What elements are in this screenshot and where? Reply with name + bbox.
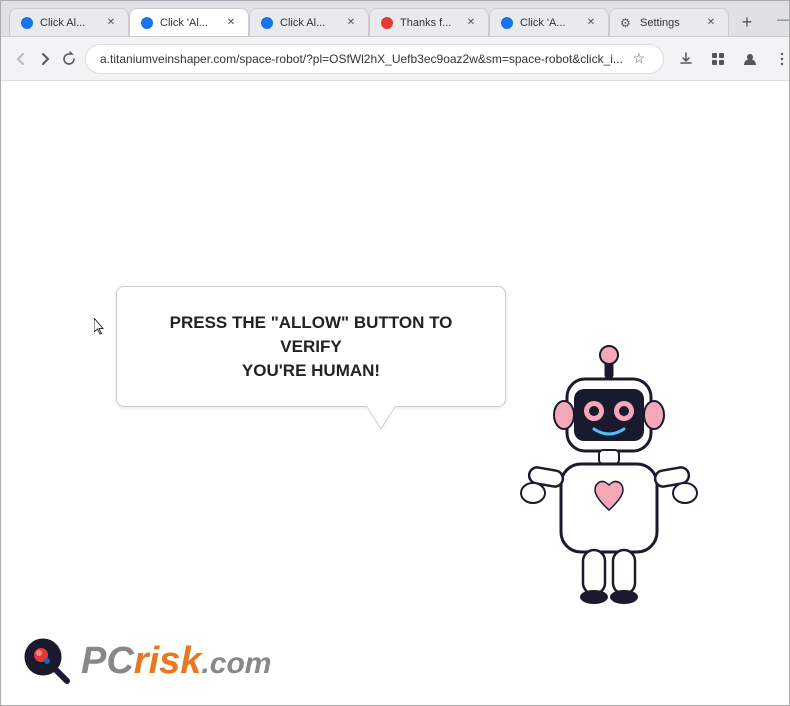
tab-4-favicon <box>380 16 394 30</box>
page-content: PRESS THE "ALLOW" BUTTON TO VERIFY YOU'R… <box>1 81 789 705</box>
cursor <box>94 318 106 336</box>
profile-icon[interactable] <box>736 45 764 73</box>
pcrisk-text: PCrisk.com <box>81 640 271 683</box>
pcrisk-logo-icon <box>21 635 73 687</box>
tab-3[interactable]: Click Al... ✕ <box>249 8 369 36</box>
tab-6[interactable]: ⚙ Settings ✕ <box>609 8 729 36</box>
minimize-button[interactable]: — <box>773 9 790 29</box>
browser-window: Click Al... ✕ Click 'Al... ✕ Click Al...… <box>0 0 790 706</box>
tab-5[interactable]: Click 'A... ✕ <box>489 8 609 36</box>
speech-bubble-text: PRESS THE "ALLOW" BUTTON TO VERIFY YOU'R… <box>145 311 477 382</box>
tab-3-favicon <box>260 16 274 30</box>
tab-3-title: Click Al... <box>280 17 338 29</box>
tab-strip: Click Al... ✕ Click 'Al... ✕ Click Al...… <box>9 1 761 36</box>
tab-6-close[interactable]: ✕ <box>704 16 718 30</box>
tab-4-title: Thanks f... <box>400 17 458 29</box>
robot-image <box>509 345 709 625</box>
bookmark-icon[interactable]: ☆ <box>629 49 649 69</box>
address-bar: a.titaniumveinshaper.com/space-robot/?pl… <box>1 37 789 81</box>
tab-2-close[interactable]: ✕ <box>224 16 238 30</box>
tab-2-favicon <box>140 16 154 30</box>
tab-5-title: Click 'A... <box>520 17 578 29</box>
tab-3-close[interactable]: ✕ <box>344 16 358 30</box>
tab-2[interactable]: Click 'Al... ✕ <box>129 8 249 36</box>
risk-text: risk <box>134 640 202 682</box>
tab-5-favicon <box>500 16 514 30</box>
address-icons: ☆ <box>629 49 649 69</box>
tab-1-title: Click Al... <box>40 17 98 29</box>
title-bar: Click Al... ✕ Click 'Al... ✕ Click Al...… <box>1 1 789 37</box>
back-button[interactable] <box>13 45 29 73</box>
com-text: .com <box>201 647 271 680</box>
tab-1-close[interactable]: ✕ <box>104 16 118 30</box>
tab-4[interactable]: Thanks f... ✕ <box>369 8 489 36</box>
forward-button[interactable] <box>37 45 53 73</box>
tab-6-favicon: ⚙ <box>620 16 634 30</box>
tab-5-close[interactable]: ✕ <box>584 16 598 30</box>
pcrisk-logo: PCrisk.com <box>21 635 271 687</box>
download-icon[interactable] <box>672 45 700 73</box>
address-text: a.titaniumveinshaper.com/space-robot/?pl… <box>100 52 623 66</box>
tab-1-favicon <box>20 16 34 30</box>
tab-4-close[interactable]: ✕ <box>464 16 478 30</box>
window-controls: — □ ✕ <box>773 9 790 29</box>
extension-icon[interactable] <box>704 45 732 73</box>
speech-bubble: PRESS THE "ALLOW" BUTTON TO VERIFY YOU'R… <box>116 286 506 407</box>
new-tab-button[interactable]: + <box>733 8 761 36</box>
pc-text: PC <box>81 640 134 682</box>
toolbar-icons <box>672 45 790 73</box>
address-input[interactable]: a.titaniumveinshaper.com/space-robot/?pl… <box>85 44 664 74</box>
tab-2-title: Click 'Al... <box>160 17 218 29</box>
reload-button[interactable] <box>61 45 77 73</box>
menu-icon[interactable] <box>768 45 790 73</box>
tab-1[interactable]: Click Al... ✕ <box>9 8 129 36</box>
tab-6-title: Settings <box>640 17 698 29</box>
